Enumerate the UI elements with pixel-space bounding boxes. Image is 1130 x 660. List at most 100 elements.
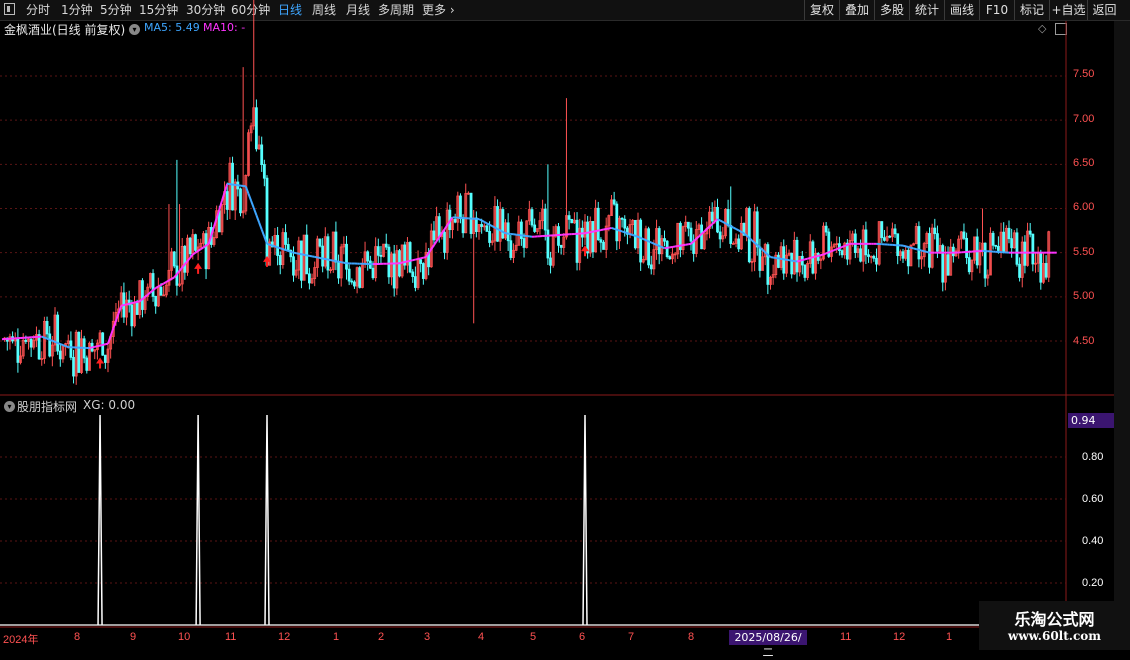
ma-segment — [847, 244, 850, 245]
candle-body — [796, 240, 798, 272]
ma-segment — [280, 248, 283, 249]
ma-segment — [339, 262, 342, 263]
ma-segment — [831, 250, 834, 251]
candle-body — [287, 244, 289, 250]
candle-body — [889, 236, 891, 237]
candle-body — [963, 232, 965, 238]
candle-body — [1011, 239, 1013, 248]
x-tick: 11 — [840, 631, 851, 643]
candle-body — [459, 196, 461, 219]
candle-body — [155, 296, 157, 306]
candle-body — [966, 238, 968, 257]
ma-segment — [124, 304, 127, 305]
x-tick: 4 — [478, 631, 484, 643]
x-tick: 6 — [579, 631, 585, 643]
ma-segment — [657, 245, 660, 246]
ma-segment — [402, 262, 405, 263]
candle-body — [86, 358, 88, 370]
ma-segment — [484, 222, 487, 223]
candle-body — [825, 226, 827, 232]
candle-body — [412, 272, 414, 277]
ma-segment — [824, 253, 827, 254]
kline-chart[interactable] — [0, 0, 1114, 650]
candle-body — [1024, 242, 1026, 265]
candle-body — [319, 239, 321, 246]
candle-body — [184, 246, 186, 272]
candle-body — [571, 219, 573, 222]
ma-segment — [267, 244, 270, 245]
ma-segment — [720, 221, 723, 222]
x-tick: 7 — [628, 631, 634, 643]
candle-body — [497, 206, 499, 241]
ma-segment — [500, 230, 503, 231]
ma-segment — [590, 232, 593, 233]
candle-body — [409, 242, 411, 271]
ma-segment — [662, 247, 665, 248]
candle-body — [600, 240, 602, 243]
candle-body — [194, 235, 196, 251]
candle-body — [353, 282, 355, 286]
candle-body — [422, 264, 424, 279]
candle-body — [568, 216, 570, 220]
ma-segment — [810, 257, 813, 258]
candle-body — [1045, 263, 1047, 277]
ma-segment — [92, 347, 95, 348]
candle-body — [444, 232, 446, 252]
candle-body — [841, 251, 843, 255]
candle-body — [597, 208, 599, 239]
ma-segment — [503, 232, 506, 233]
candle-body — [141, 281, 143, 310]
subpanel-settings-icon[interactable]: ▾ — [4, 401, 15, 412]
candle-body — [507, 223, 509, 241]
ma-segment — [55, 342, 58, 343]
ma-segment — [739, 230, 742, 231]
ma-segment — [301, 254, 304, 255]
ma-segment — [336, 261, 339, 262]
ma-segment — [842, 246, 845, 247]
ma-segment — [333, 261, 336, 262]
candle-body — [49, 334, 51, 356]
ma-segment — [275, 246, 278, 247]
candle-body — [730, 225, 732, 243]
ma-segment — [294, 253, 297, 254]
signal-indicator — [0, 415, 1066, 625]
candle-body — [277, 235, 279, 255]
candle-body — [711, 212, 713, 221]
ma-segment — [633, 235, 636, 236]
candle-body — [1008, 228, 1010, 238]
ma-segment — [622, 231, 625, 232]
ma-segment — [137, 301, 140, 302]
candle-body — [388, 247, 390, 277]
candle-body — [70, 341, 72, 357]
ma-segment — [127, 304, 130, 305]
watermark-url: www.60lt.com — [979, 629, 1130, 643]
ma-segment — [479, 219, 482, 220]
ma-segment — [296, 253, 299, 254]
ma-segment — [52, 341, 55, 342]
ma-segment — [66, 346, 69, 347]
candle-body — [603, 242, 605, 249]
candle-body — [359, 268, 361, 288]
candle-body — [393, 254, 395, 288]
candle-body — [462, 219, 464, 233]
ma-segment — [797, 261, 800, 262]
ma-segment — [641, 238, 644, 239]
candle-body — [486, 226, 488, 232]
candle-body — [942, 246, 944, 283]
candle-body — [876, 258, 878, 264]
ma-segment — [922, 251, 925, 252]
ma-segment — [418, 258, 421, 259]
x-tick: 3 — [424, 631, 430, 643]
ma-segment — [837, 248, 840, 249]
candle-body — [701, 225, 703, 249]
candle-body — [907, 250, 909, 266]
candle-body — [984, 243, 986, 278]
candle-body — [664, 239, 666, 242]
candle-body — [30, 339, 32, 347]
candle-body — [372, 268, 374, 277]
candle-body — [351, 281, 353, 282]
candle-body — [380, 255, 382, 256]
candle-body — [285, 233, 287, 245]
side-panel-strip[interactable] — [1114, 21, 1130, 650]
candle-body — [648, 229, 650, 265]
